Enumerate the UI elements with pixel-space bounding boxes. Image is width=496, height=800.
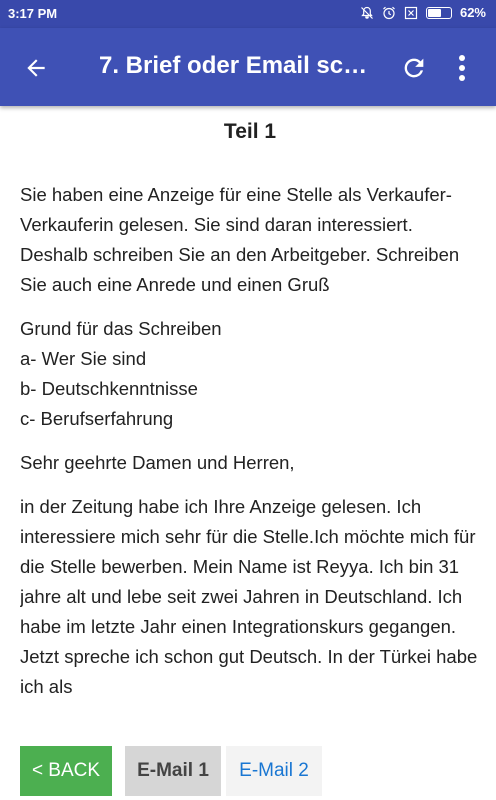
alarm-icon — [382, 6, 396, 20]
more-options-button[interactable] — [446, 48, 478, 88]
back-arrow-button[interactable] — [14, 48, 58, 88]
article-content[interactable]: Teil 1 Sie haben eine Anzeige für eine S… — [20, 106, 480, 732]
back-arrow-icon — [27, 59, 45, 77]
reason-item: Grund für das Schreiben — [20, 318, 222, 339]
page-title: 7. Brief oder Email schreiben — [99, 52, 379, 79]
tab-email-1[interactable]: E-Mail 1 — [125, 746, 221, 796]
status-bar: 3:17 PM 62% — [0, 0, 496, 28]
reason-item: c- Berufserfahrung — [20, 408, 174, 429]
back-button[interactable]: < BACK — [20, 746, 112, 796]
battery-percent: 62% — [459, 5, 486, 20]
reason-item: a- Wer Sie sind — [20, 348, 147, 369]
no-sim-icon — [404, 6, 418, 20]
battery-fill — [427, 8, 441, 17]
letter-greeting: Sehr geehrte Damen und Herren, — [20, 452, 295, 473]
status-icons: 62% — [360, 5, 486, 20]
task-description: Sie haben eine Anzeige für eine Stelle a… — [20, 184, 460, 295]
letter-body: in der Zeitung habe ich Ihre Anzeige gel… — [20, 496, 478, 697]
refresh-button[interactable] — [394, 48, 434, 88]
refresh-icon — [404, 58, 424, 78]
reason-list: Grund für das Schreiben a- Wer Sie sind … — [20, 314, 480, 434]
more-vert-icon — [459, 55, 465, 81]
battery-icon — [425, 6, 452, 19]
status-time: 3:17 PM — [8, 6, 58, 21]
app-bar: 7. Brief oder Email schreiben — [0, 28, 496, 106]
bottom-bar: < BACK E-Mail 1 E-Mail 2 — [0, 742, 496, 800]
section-heading: Teil 1 — [223, 120, 277, 143]
reason-item: b- Deutschkenntnisse — [20, 378, 198, 399]
notifications-off-icon — [360, 6, 374, 20]
tab-email-2[interactable]: E-Mail 2 — [226, 746, 322, 796]
